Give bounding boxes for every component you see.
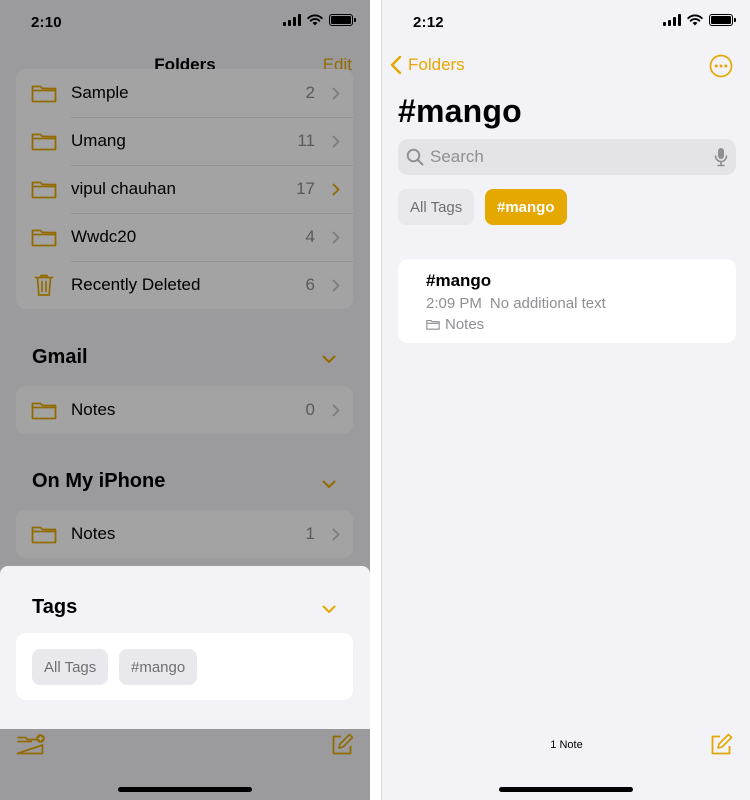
compose-button[interactable] [709,733,733,762]
page-title: #mango [398,93,522,129]
compose-icon [711,733,733,755]
back-chevron-icon [390,55,402,75]
home-indicator[interactable] [118,787,252,792]
back-button[interactable]: Folders [390,55,465,75]
tags-popup: Tags All Tags #mango [0,566,370,729]
collapse-tags-button[interactable] [322,601,336,619]
wifi-icon [687,14,703,26]
tag-chip-all-tags[interactable]: All Tags [398,189,475,225]
note-title: #mango [426,271,492,290]
search-placeholder: Search [430,147,484,166]
tags-section-title: Tags [32,596,78,618]
tag-chip-mango[interactable]: #mango [119,649,198,685]
status-bar: 2:12 [382,0,750,44]
home-indicator[interactable] [499,787,633,792]
status-time: 2:12 [413,14,444,31]
tag-chip-mango-selected[interactable]: #mango [485,189,567,225]
right-phone-screen: 2:12 Folders #mango Search All Tags #man… [381,0,750,800]
microphone-icon[interactable] [714,147,728,167]
signal-icon [663,14,681,26]
note-preview: No additional text [489,295,606,312]
note-list-item[interactable]: #mango 2:09 PM No additional text Notes [398,259,736,343]
search-icon [406,148,424,166]
back-button-label: Folders [408,55,465,74]
more-icon [709,54,733,78]
note-count-label: 1 Note [550,739,583,751]
folder-icon [426,319,440,330]
tag-chip-all-tags[interactable]: All Tags [32,649,109,685]
battery-icon [709,14,736,26]
left-phone-screen: 2:10 Folders Edit Sample 2 Umang 11 vipu… [0,0,370,800]
more-button[interactable] [709,54,733,83]
note-time: 2:09 PM [426,295,482,312]
chevron-down-icon [322,605,336,613]
tag-browser: All Tags #mango [16,633,353,700]
search-field[interactable]: Search [398,139,736,175]
note-folder-label: Notes [445,316,485,333]
